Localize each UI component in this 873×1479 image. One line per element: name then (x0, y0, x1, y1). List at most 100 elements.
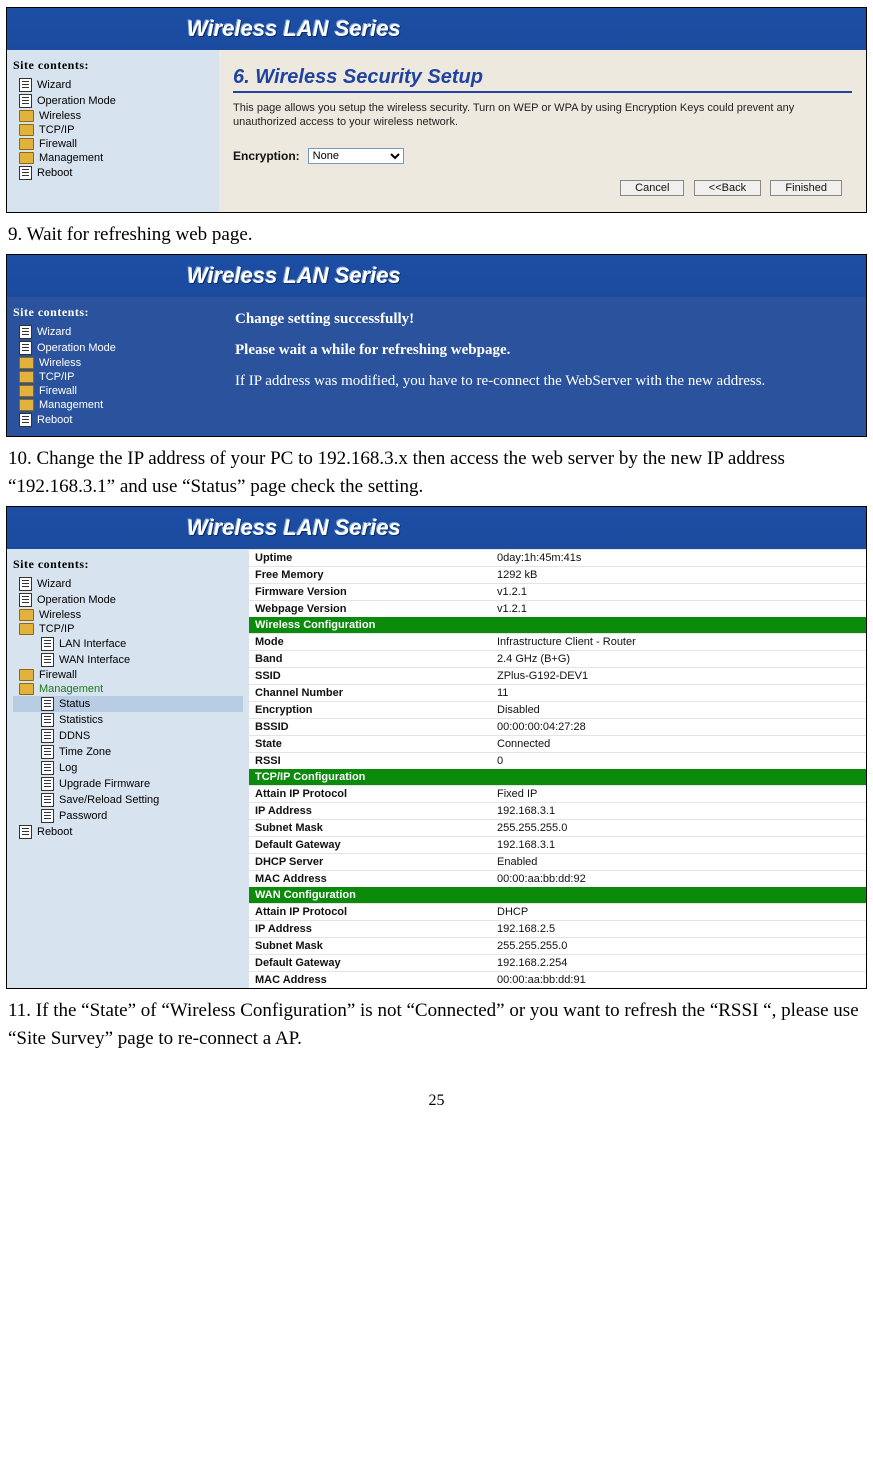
status-row: StateConnected (249, 735, 866, 752)
document-icon (19, 166, 32, 180)
status-row: MAC Address00:00:aa:bb:dd:91 (249, 971, 866, 988)
sidebar-item-management[interactable]: Management (13, 682, 243, 696)
sidebar-item-statistics[interactable]: Statistics (13, 712, 243, 728)
status-key: Default Gateway (249, 955, 491, 971)
sidebar-item-time-zone[interactable]: Time Zone (13, 744, 243, 760)
sidebar-item-wizard[interactable]: Wizard (13, 77, 213, 93)
sidebar-item-wizard[interactable]: Wizard (13, 324, 213, 340)
step-9: 9. Wait for refreshing web page. (8, 221, 865, 249)
document-icon (19, 325, 32, 339)
folder-icon (19, 609, 34, 621)
status-key: Firmware Version (249, 584, 491, 600)
sidebar-item-upgrade-firmware[interactable]: Upgrade Firmware (13, 776, 243, 792)
status-key: IP Address (249, 921, 491, 937)
sidebar-item-label: Firewall (39, 385, 77, 397)
cancel-button[interactable]: Cancel (620, 180, 684, 196)
content-panel: 6. Wireless Security Setup This page all… (219, 50, 866, 212)
sidebar-item-label: Wizard (37, 79, 71, 91)
folder-icon (19, 138, 34, 150)
sidebar-item-wizard[interactable]: Wizard (13, 576, 243, 592)
status-key: Attain IP Protocol (249, 904, 491, 920)
status-row: Attain IP ProtocolDHCP (249, 903, 866, 920)
back-button[interactable]: <<Back (694, 180, 761, 196)
sidebar-item-label: Wireless (39, 357, 81, 369)
document-icon (41, 793, 54, 807)
sidebar-item-operation-mode[interactable]: Operation Mode (13, 592, 243, 608)
status-value: DHCP (491, 904, 866, 920)
status-row: SSIDZPlus-G192-DEV1 (249, 667, 866, 684)
msg-ip-note: If IP address was modified, you have to … (235, 373, 850, 390)
sidebar-item-label: LAN Interface (59, 638, 126, 650)
sidebar-item-label: Wizard (37, 326, 71, 338)
document-icon (19, 94, 32, 108)
sidebar-item-firewall[interactable]: Firewall (13, 137, 213, 151)
sidebar-item-management[interactable]: Management (13, 151, 213, 165)
status-row: Uptime0day:1h:45m:41s (249, 549, 866, 566)
sidebar-item-tcp-ip[interactable]: TCP/IP (13, 123, 213, 137)
status-row: IP Address192.168.2.5 (249, 920, 866, 937)
document-icon (19, 577, 32, 591)
status-key: MAC Address (249, 972, 491, 988)
section-wireless: Wireless Configuration (249, 617, 866, 633)
sidebar-item-tcp-ip[interactable]: TCP/IP (13, 622, 243, 636)
document-icon (19, 341, 32, 355)
sidebar-item-lan-interface[interactable]: LAN Interface (13, 636, 243, 652)
sidebar-item-label: Status (59, 698, 90, 710)
sidebar-item-firewall[interactable]: Firewall (13, 384, 213, 398)
status-key: DHCP Server (249, 854, 491, 870)
sidebar-item-password[interactable]: Password (13, 808, 243, 824)
status-key: Mode (249, 634, 491, 650)
status-value: v1.2.1 (491, 584, 866, 600)
sidebar-item-status[interactable]: Status (13, 696, 243, 712)
sidebar-item-firewall[interactable]: Firewall (13, 668, 243, 682)
document-icon (41, 729, 54, 743)
status-row: Webpage Versionv1.2.1 (249, 600, 866, 617)
sidebar-item-reboot[interactable]: Reboot (13, 824, 243, 840)
sidebar-item-log[interactable]: Log (13, 760, 243, 776)
banner-title: Wireless LAN Series (7, 255, 866, 297)
sidebar: Site contents: WizardOperation ModeWirel… (7, 297, 219, 436)
sidebar-item-ddns[interactable]: DDNS (13, 728, 243, 744)
status-value: ZPlus-G192-DEV1 (491, 668, 866, 684)
status-value: 255.255.255.0 (491, 938, 866, 954)
document-icon (41, 777, 54, 791)
folder-icon (19, 669, 34, 681)
sidebar-item-save-reload-setting[interactable]: Save/Reload Setting (13, 792, 243, 808)
sidebar-item-label: Management (39, 152, 103, 164)
status-value: Connected (491, 736, 866, 752)
status-row: Band2.4 GHz (B+G) (249, 650, 866, 667)
sidebar-item-management[interactable]: Management (13, 398, 213, 412)
sidebar-item-label: DDNS (59, 730, 90, 742)
status-row: ModeInfrastructure Client - Router (249, 633, 866, 650)
section-tcpip: TCP/IP Configuration (249, 769, 866, 785)
sidebar-item-label: Wireless (39, 609, 81, 621)
sidebar-item-operation-mode[interactable]: Operation Mode (13, 340, 213, 356)
status-key: Encryption (249, 702, 491, 718)
status-value: 192.168.3.1 (491, 837, 866, 853)
sidebar-item-label: Operation Mode (37, 95, 116, 107)
sidebar-item-label: Statistics (59, 714, 103, 726)
sidebar-item-label: Log (59, 762, 77, 774)
section-description: This page allows you setup the wireless … (233, 101, 852, 130)
sidebar-item-wireless[interactable]: Wireless (13, 356, 213, 370)
status-row: Firmware Versionv1.2.1 (249, 583, 866, 600)
sidebar-title: Site contents: (13, 557, 243, 572)
finished-button[interactable]: Finished (770, 180, 842, 196)
status-row: Subnet Mask255.255.255.0 (249, 819, 866, 836)
sidebar-item-reboot[interactable]: Reboot (13, 412, 213, 428)
sidebar-item-wireless[interactable]: Wireless (13, 608, 243, 622)
sidebar-item-label: Operation Mode (37, 342, 116, 354)
document-icon (19, 78, 32, 92)
sidebar-item-operation-mode[interactable]: Operation Mode (13, 93, 213, 109)
sidebar-item-wireless[interactable]: Wireless (13, 109, 213, 123)
status-value: 00:00:aa:bb:dd:92 (491, 871, 866, 887)
step-11: 11. If the “State” of “Wireless Configur… (8, 997, 865, 1052)
sidebar-item-wan-interface[interactable]: WAN Interface (13, 652, 243, 668)
sidebar-item-label: Reboot (37, 414, 72, 426)
sidebar-item-tcp-ip[interactable]: TCP/IP (13, 370, 213, 384)
status-value: Infrastructure Client - Router (491, 634, 866, 650)
encryption-select[interactable]: None (308, 148, 404, 164)
sidebar-item-reboot[interactable]: Reboot (13, 165, 213, 181)
status-value: Disabled (491, 702, 866, 718)
status-key: Attain IP Protocol (249, 786, 491, 802)
